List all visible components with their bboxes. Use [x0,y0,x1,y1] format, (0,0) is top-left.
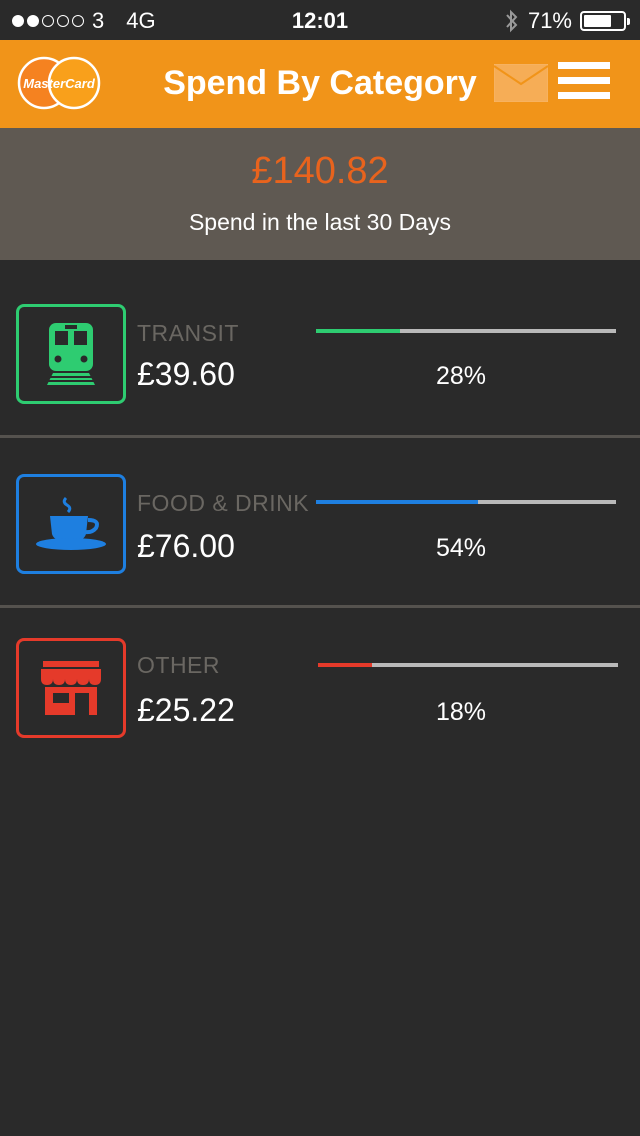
category-row-food-drink[interactable]: FOOD & DRINK £76.00 54% [0,438,640,608]
category-progress-fill [318,663,372,667]
store-icon [16,638,126,738]
coffee-cup-icon [16,474,126,574]
mail-icon[interactable] [494,64,548,102]
category-amount: £25.22 [137,692,235,728]
menu-icon[interactable] [558,62,610,104]
category-progress-bar [318,663,618,667]
total-spend-label: Spend in the last 30 Days [188,209,452,235]
category-progress-bar [316,500,616,504]
spend-summary: £140.82 Spend in the last 30 Days [0,128,640,260]
bluetooth-icon [506,9,518,33]
total-spend-amount: £140.82 [251,150,389,192]
battery-percent: 71% [527,8,572,33]
train-icon [16,304,126,404]
app-header: MasterCard Spend By Category [0,40,640,128]
category-amount: £39.60 [137,356,235,392]
category-name: OTHER [137,652,220,678]
battery-fill [584,15,611,27]
category-row-transit[interactable]: TRANSIT £39.60 28% [0,268,640,438]
category-name: TRANSIT [137,320,239,346]
category-progress-bar [316,329,616,333]
category-amount: £76.00 [137,528,235,564]
battery-icon [580,11,630,31]
category-percent: 54% [436,534,487,562]
category-percent: 18% [436,698,487,726]
status-bar: 3 4G 12:01 71% [0,0,640,40]
status-right: 71% [504,8,630,34]
category-progress-fill [316,329,400,333]
category-percent: 28% [436,362,487,390]
category-progress-fill [316,500,478,504]
category-row-other[interactable]: OTHER £25.22 18% [0,608,640,778]
category-name: FOOD & DRINK [137,490,310,516]
